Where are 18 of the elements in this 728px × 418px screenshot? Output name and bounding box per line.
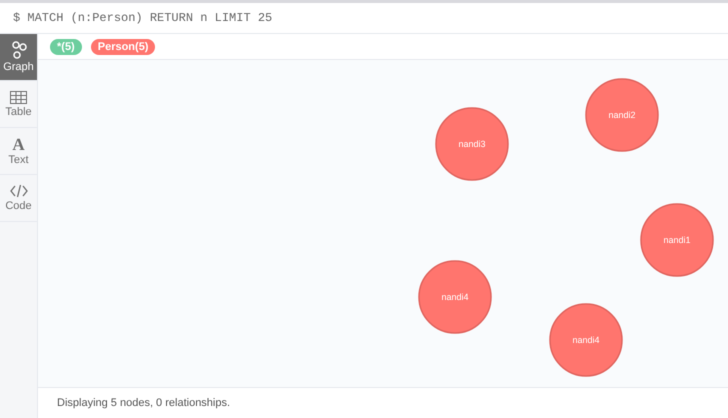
status-text: Displaying 5 nodes, 0 relationships. bbox=[57, 397, 230, 409]
label-tag[interactable]: Person(5) bbox=[90, 38, 156, 54]
graph-node[interactable]: nandi3 bbox=[435, 107, 509, 181]
graph-node[interactable]: nandi4 bbox=[418, 260, 492, 334]
view-tab[interactable]: Graph bbox=[0, 34, 37, 81]
query-bar[interactable]: $ MATCH (n:Person) RETURN n LIMIT 25 bbox=[0, 3, 728, 34]
letter-a-icon: A bbox=[12, 136, 25, 152]
code-icon bbox=[10, 184, 28, 198]
graph-node[interactable]: nandi4 bbox=[549, 303, 623, 377]
query-text: $ MATCH (n:Person) RETURN n LIMIT 25 bbox=[13, 11, 272, 25]
view-tab[interactable]: Table bbox=[0, 81, 37, 128]
graph-node[interactable]: nandi1 bbox=[640, 203, 714, 277]
label-tag[interactable]: *(5) bbox=[50, 38, 82, 54]
view-tab[interactable]: Code bbox=[0, 175, 37, 222]
table-icon bbox=[10, 90, 27, 104]
graph-node[interactable]: nandi2 bbox=[585, 78, 659, 152]
graph-icon bbox=[10, 41, 26, 59]
view-tab[interactable]: A Text bbox=[0, 128, 37, 175]
